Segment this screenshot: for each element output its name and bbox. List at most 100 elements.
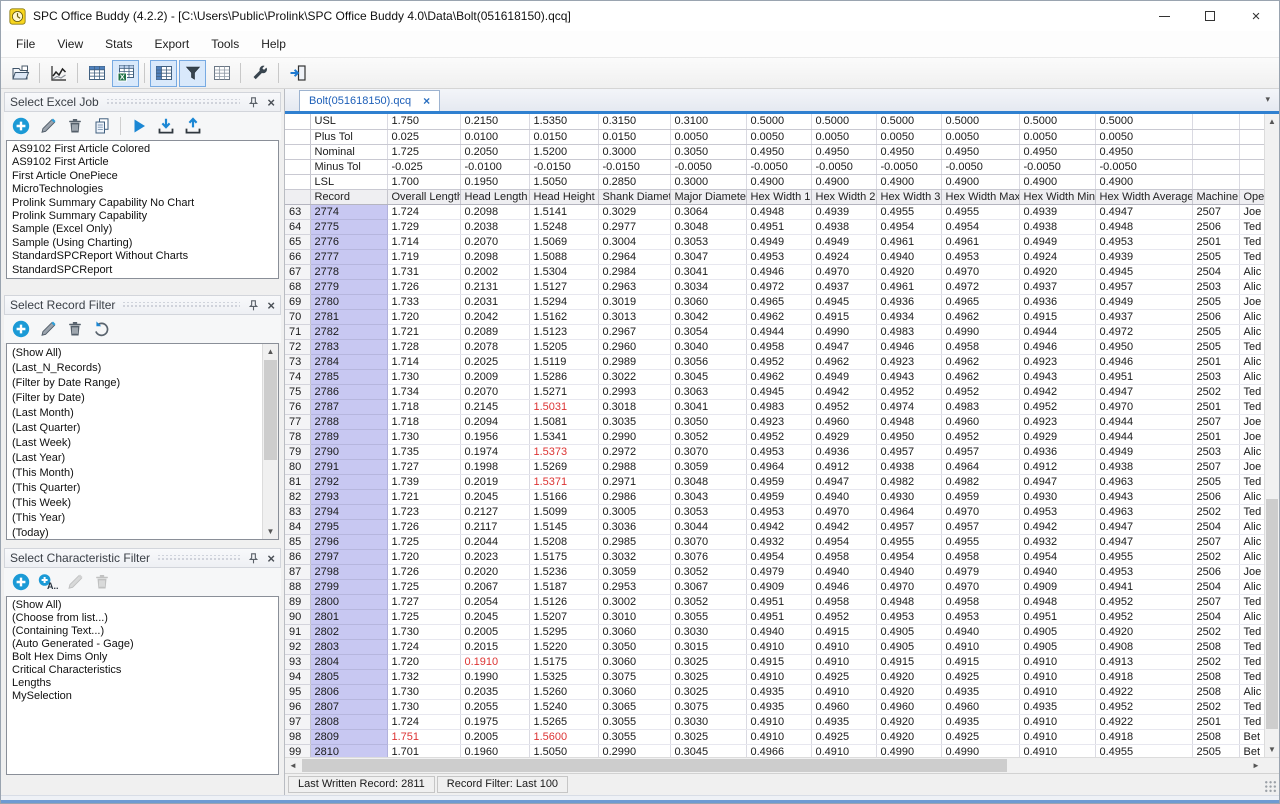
- data-cell[interactable]: 0.4905: [1019, 639, 1095, 654]
- data-cell[interactable]: 1.701: [387, 744, 460, 757]
- list-item[interactable]: StandardSPCReport Without Charts: [7, 250, 278, 263]
- row-number-cell[interactable]: 84: [285, 519, 310, 534]
- row-number-cell[interactable]: [285, 174, 310, 189]
- record-cell[interactable]: 2796: [310, 534, 387, 549]
- data-cell[interactable]: 0.4910: [746, 639, 811, 654]
- data-cell[interactable]: 0.4925: [811, 729, 876, 744]
- tolerance-value-cell[interactable]: 0.4900: [746, 174, 811, 189]
- data-cell[interactable]: Alic: [1239, 279, 1264, 294]
- data-cell[interactable]: 0.4909: [1019, 579, 1095, 594]
- data-cell[interactable]: 0.4920: [1019, 264, 1095, 279]
- list-item[interactable]: Lengths: [7, 677, 278, 690]
- data-cell[interactable]: 0.2019: [460, 474, 529, 489]
- row-number-cell[interactable]: 87: [285, 564, 310, 579]
- row-number-cell[interactable]: 90: [285, 609, 310, 624]
- list-item[interactable]: (Last Week): [7, 436, 278, 451]
- data-cell[interactable]: Alic: [1239, 684, 1264, 699]
- data-cell[interactable]: 0.2005: [460, 624, 529, 639]
- data-cell[interactable]: 0.4960: [811, 699, 876, 714]
- delete-button[interactable]: [65, 116, 85, 136]
- data-cell[interactable]: 0.4910: [746, 714, 811, 729]
- delete-button[interactable]: [65, 319, 85, 339]
- data-cell[interactable]: 0.4935: [811, 714, 876, 729]
- data-cell[interactable]: 0.4936: [811, 444, 876, 459]
- data-cell[interactable]: 0.4948: [876, 414, 941, 429]
- record-cell[interactable]: 2793: [310, 489, 387, 504]
- data-cell[interactable]: 1.751: [387, 729, 460, 744]
- data-cell[interactable]: 0.4949: [811, 369, 876, 384]
- tolerance-value-cell[interactable]: 1.750: [387, 114, 460, 129]
- data-cell[interactable]: 0.4915: [811, 624, 876, 639]
- data-cell[interactable]: 2501: [1192, 399, 1239, 414]
- record-cell[interactable]: 2802: [310, 624, 387, 639]
- data-cell[interactable]: 0.2045: [460, 489, 529, 504]
- data-cell[interactable]: 1.733: [387, 294, 460, 309]
- data-cell[interactable]: 0.3055: [598, 714, 670, 729]
- record-cell[interactable]: 2783: [310, 339, 387, 354]
- record-cell[interactable]: 2785: [310, 369, 387, 384]
- data-cell[interactable]: 1.739: [387, 474, 460, 489]
- data-cell[interactable]: 0.3047: [670, 249, 746, 264]
- data-cell[interactable]: Ted: [1239, 339, 1264, 354]
- data-cell[interactable]: 0.4915: [811, 309, 876, 324]
- data-cell[interactable]: 0.4979: [941, 564, 1019, 579]
- data-cell[interactable]: Alic: [1239, 609, 1264, 624]
- data-cell[interactable]: 1.5166: [529, 489, 598, 504]
- data-cell[interactable]: 1.5295: [529, 624, 598, 639]
- list-item[interactable]: (Today): [7, 526, 278, 540]
- data-cell[interactable]: 2504: [1192, 264, 1239, 279]
- data-cell[interactable]: 0.4970: [941, 579, 1019, 594]
- tolerance-value-cell[interactable]: 1.725: [387, 144, 460, 159]
- data-cell[interactable]: 0.4912: [811, 459, 876, 474]
- data-cell[interactable]: 2502: [1192, 654, 1239, 669]
- list-item[interactable]: (Last_N_Records): [7, 361, 278, 376]
- data-cell[interactable]: 0.4923: [746, 414, 811, 429]
- data-cell[interactable]: 0.4972: [746, 279, 811, 294]
- data-cell[interactable]: 0.4954: [746, 549, 811, 564]
- data-cell[interactable]: 0.4920: [1095, 624, 1192, 639]
- record-filter-list-scrollbar[interactable]: ▲ ▼: [262, 344, 278, 539]
- tolerance-value-cell[interactable]: 0.0050: [746, 129, 811, 144]
- record-cell[interactable]: 2810: [310, 744, 387, 757]
- data-cell[interactable]: 2502: [1192, 384, 1239, 399]
- data-cell[interactable]: 2507: [1192, 594, 1239, 609]
- scroll-left-icon[interactable]: ◄: [285, 758, 301, 773]
- data-cell[interactable]: 0.4905: [1019, 624, 1095, 639]
- minimize-button[interactable]: [1141, 1, 1187, 31]
- data-cell[interactable]: 0.4929: [811, 429, 876, 444]
- data-cell[interactable]: 0.4951: [1095, 369, 1192, 384]
- data-cell[interactable]: 0.3025: [670, 684, 746, 699]
- data-cell[interactable]: 0.4970: [811, 504, 876, 519]
- row-number-cell[interactable]: 99: [285, 744, 310, 757]
- data-cell[interactable]: 0.2002: [460, 264, 529, 279]
- data-cell[interactable]: 0.4953: [746, 504, 811, 519]
- data-cell[interactable]: 0.4954: [811, 534, 876, 549]
- column-header-shank-diameter[interactable]: Shank Diameter: [598, 189, 670, 204]
- data-cell[interactable]: 0.4942: [1019, 519, 1095, 534]
- tab-close-icon[interactable]: ×: [423, 95, 430, 107]
- data-cell[interactable]: 0.4940: [1019, 564, 1095, 579]
- tolerance-value-cell[interactable]: 0.4900: [941, 174, 1019, 189]
- tolerance-value-cell[interactable]: [1192, 174, 1239, 189]
- data-cell[interactable]: 0.3036: [598, 519, 670, 534]
- data-cell[interactable]: 0.3067: [670, 579, 746, 594]
- list-item[interactable]: Sample (Using Charting): [7, 237, 278, 250]
- record-cell[interactable]: 2786: [310, 384, 387, 399]
- data-cell[interactable]: 0.2070: [460, 384, 529, 399]
- data-cell[interactable]: 1.725: [387, 534, 460, 549]
- data-cell[interactable]: 0.3056: [670, 354, 746, 369]
- copy-button[interactable]: [92, 116, 112, 136]
- list-item[interactable]: StandardSPCReport: [7, 264, 278, 277]
- data-cell[interactable]: 1.730: [387, 699, 460, 714]
- record-cell[interactable]: 2779: [310, 279, 387, 294]
- data-cell[interactable]: 0.4964: [746, 459, 811, 474]
- tolerance-value-cell[interactable]: 0.4900: [876, 174, 941, 189]
- data-cell[interactable]: 0.4952: [1095, 594, 1192, 609]
- data-cell[interactable]: 0.4924: [1019, 249, 1095, 264]
- data-cell[interactable]: Ted: [1239, 219, 1264, 234]
- column-header-head-height[interactable]: Head Height: [529, 189, 598, 204]
- data-cell[interactable]: 0.2985: [598, 534, 670, 549]
- tolerance-label-cell[interactable]: Plus Tol: [310, 129, 387, 144]
- data-cell[interactable]: 0.3040: [670, 339, 746, 354]
- data-cell[interactable]: Ted: [1239, 699, 1264, 714]
